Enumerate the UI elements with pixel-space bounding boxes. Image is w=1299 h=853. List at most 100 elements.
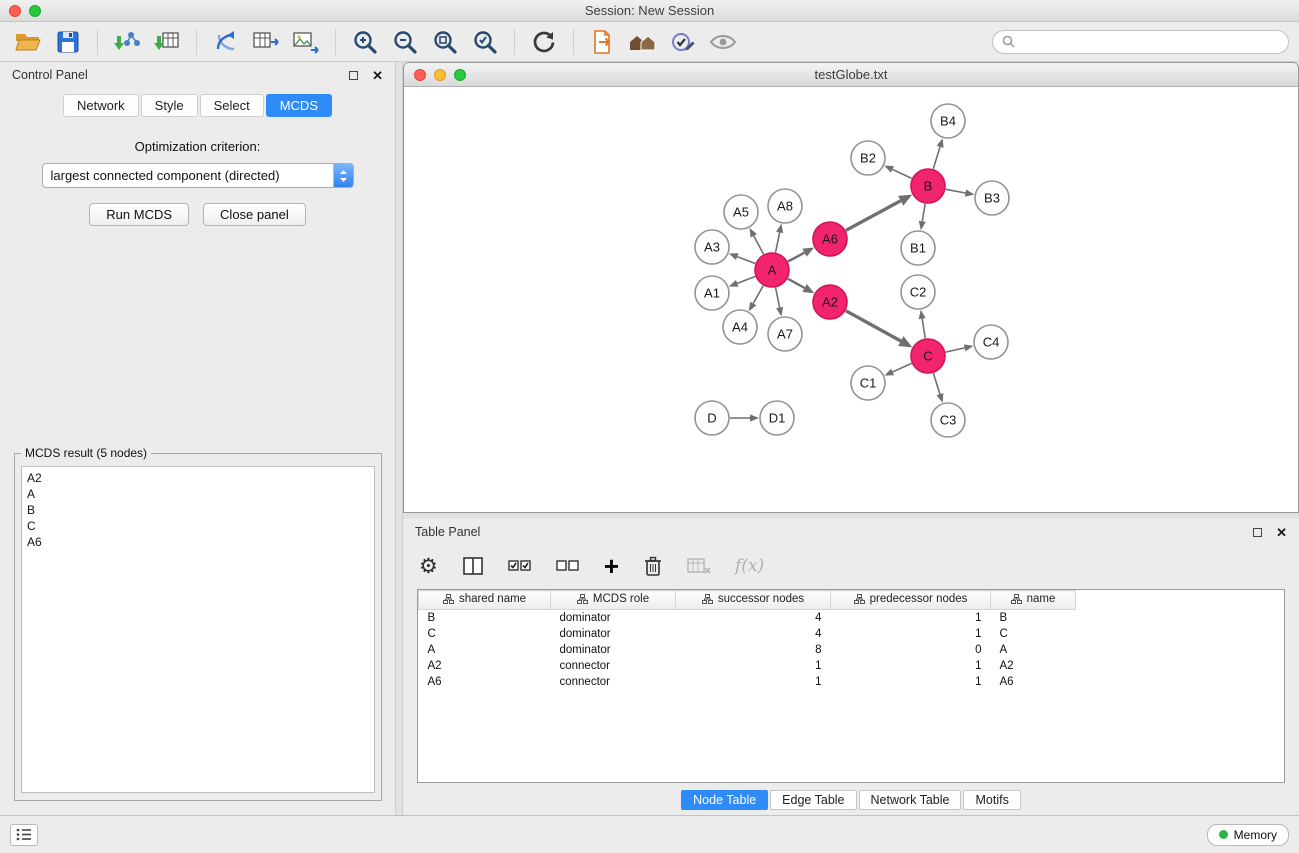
tab-motifs[interactable]: Motifs bbox=[963, 790, 1020, 810]
graph-node-A8[interactable]: A8 bbox=[768, 189, 802, 223]
memory-button[interactable]: Memory bbox=[1207, 824, 1289, 846]
show-hide-details-button[interactable] bbox=[705, 26, 741, 58]
float-panel-icon[interactable] bbox=[349, 71, 358, 80]
node-table-container[interactable]: shared nameMCDS rolesuccessor nodesprede… bbox=[417, 589, 1285, 783]
zoom-in-button[interactable] bbox=[347, 26, 383, 58]
graph-node-B2[interactable]: B2 bbox=[851, 141, 885, 175]
tab-network-table[interactable]: Network Table bbox=[859, 790, 962, 810]
delete-column-button[interactable] bbox=[643, 555, 663, 577]
graph-node-A2[interactable]: A2 bbox=[813, 285, 847, 319]
search-input[interactable] bbox=[1020, 34, 1279, 49]
zoom-fit-button[interactable] bbox=[427, 26, 463, 58]
save-session-button[interactable] bbox=[50, 26, 86, 58]
network-minimize-button[interactable] bbox=[434, 69, 446, 81]
graph-edge[interactable] bbox=[893, 363, 912, 372]
import-network-button[interactable] bbox=[109, 26, 145, 58]
function-builder-button[interactable]: f(x) bbox=[735, 556, 764, 576]
graph-node-D1[interactable]: D1 bbox=[760, 401, 794, 435]
graph-edge[interactable] bbox=[892, 169, 911, 178]
graph-node-B3[interactable]: B3 bbox=[975, 181, 1009, 215]
result-item[interactable]: A6 bbox=[27, 534, 369, 550]
export-network-button[interactable] bbox=[208, 26, 244, 58]
column-header[interactable]: MCDS role bbox=[551, 591, 676, 610]
graph-edge[interactable] bbox=[776, 232, 780, 252]
graph-node-C[interactable]: C bbox=[911, 339, 945, 373]
add-column-button[interactable]: + bbox=[604, 556, 619, 577]
graph-edge[interactable] bbox=[933, 373, 940, 394]
graph-node-B4[interactable]: B4 bbox=[931, 104, 965, 138]
graph-node-A6[interactable]: A6 bbox=[813, 222, 847, 256]
graph-edge[interactable] bbox=[922, 319, 925, 339]
graph-edge[interactable] bbox=[946, 348, 965, 352]
network-window-titlebar[interactable]: testGlobe.txt bbox=[404, 63, 1298, 87]
column-header[interactable]: name bbox=[991, 591, 1076, 610]
graph-edge[interactable] bbox=[754, 236, 764, 254]
network-zoom-button[interactable] bbox=[454, 69, 466, 81]
tab-mcds[interactable]: MCDS bbox=[266, 94, 332, 117]
result-item[interactable]: A bbox=[27, 486, 369, 502]
mcds-result-area[interactable]: A2ABCA6 bbox=[21, 466, 375, 793]
table-row[interactable]: Bdominator41B bbox=[419, 610, 1076, 626]
tab-select[interactable]: Select bbox=[200, 94, 264, 117]
graph-node-A[interactable]: A bbox=[755, 253, 789, 287]
graph-edge[interactable] bbox=[788, 253, 805, 262]
export-image-button[interactable] bbox=[288, 26, 324, 58]
zoom-out-button[interactable] bbox=[387, 26, 423, 58]
delete-table-button[interactable] bbox=[687, 557, 711, 575]
show-columns-button[interactable] bbox=[462, 556, 484, 576]
select-all-button[interactable] bbox=[508, 557, 532, 575]
deselect-all-button[interactable] bbox=[556, 557, 580, 575]
table-row[interactable]: Cdominator41C bbox=[419, 626, 1076, 642]
open-session-button[interactable] bbox=[10, 26, 46, 58]
graph-edge[interactable] bbox=[788, 279, 805, 288]
tab-node-table[interactable]: Node Table bbox=[681, 790, 768, 810]
graph-node-A5[interactable]: A5 bbox=[724, 195, 758, 229]
network-overview-button[interactable] bbox=[625, 26, 661, 58]
criterion-dropdown[interactable]: largest connected component (directed) bbox=[42, 163, 354, 188]
zoom-selected-button[interactable] bbox=[467, 26, 503, 58]
graph-edge[interactable] bbox=[933, 147, 940, 169]
result-item[interactable]: B bbox=[27, 502, 369, 518]
apply-layout-button[interactable] bbox=[526, 26, 562, 58]
graph-node-C2[interactable]: C2 bbox=[901, 275, 935, 309]
close-panel-button[interactable]: Close panel bbox=[203, 203, 306, 226]
table-options-gear-icon[interactable]: ⚙ bbox=[419, 556, 438, 577]
graph-node-A1[interactable]: A1 bbox=[695, 276, 729, 310]
close-window-button[interactable] bbox=[9, 5, 21, 17]
graph-edge[interactable] bbox=[946, 189, 966, 193]
result-item[interactable]: C bbox=[27, 518, 369, 534]
graph-edge[interactable] bbox=[846, 201, 901, 231]
graph-node-C4[interactable]: C4 bbox=[974, 325, 1008, 359]
network-canvas[interactable]: B4B2BB3A5A8A6A3AB1A1A2C2A4A7C4CC1C3DD1 bbox=[404, 87, 1298, 512]
zoom-window-button[interactable] bbox=[29, 5, 41, 17]
column-header[interactable]: predecessor nodes bbox=[831, 591, 991, 610]
tab-network[interactable]: Network bbox=[63, 94, 139, 117]
graph-node-D[interactable]: D bbox=[695, 401, 729, 435]
graph-node-C3[interactable]: C3 bbox=[931, 403, 965, 437]
search-field[interactable] bbox=[992, 30, 1289, 54]
run-mcds-button[interactable]: Run MCDS bbox=[89, 203, 189, 226]
vertical-splitter[interactable] bbox=[395, 62, 403, 815]
graph-edge[interactable] bbox=[776, 288, 780, 308]
graph-edge[interactable] bbox=[846, 311, 901, 341]
table-row[interactable]: A6connector11A6 bbox=[419, 674, 1076, 690]
graph-edge[interactable] bbox=[753, 286, 763, 304]
tab-style[interactable]: Style bbox=[141, 94, 198, 117]
column-header[interactable]: successor nodes bbox=[676, 591, 831, 610]
graph-edge[interactable] bbox=[737, 257, 755, 264]
table-row[interactable]: Adominator80A bbox=[419, 642, 1076, 658]
column-header[interactable]: shared name bbox=[419, 591, 551, 610]
close-panel-icon[interactable]: ✕ bbox=[372, 69, 383, 82]
close-table-panel-icon[interactable]: ✕ bbox=[1276, 526, 1287, 539]
graph-edge[interactable] bbox=[737, 276, 755, 283]
export-document-button[interactable] bbox=[585, 26, 621, 58]
graph-node-A7[interactable]: A7 bbox=[768, 317, 802, 351]
graph-node-C1[interactable]: C1 bbox=[851, 366, 885, 400]
task-history-button[interactable] bbox=[10, 824, 38, 846]
graph-node-A4[interactable]: A4 bbox=[723, 310, 757, 344]
float-table-panel-icon[interactable] bbox=[1253, 528, 1262, 537]
table-row[interactable]: A2connector11A2 bbox=[419, 658, 1076, 674]
export-table-button[interactable] bbox=[248, 26, 284, 58]
graph-edge[interactable] bbox=[922, 204, 925, 222]
graph-node-B1[interactable]: B1 bbox=[901, 231, 935, 265]
